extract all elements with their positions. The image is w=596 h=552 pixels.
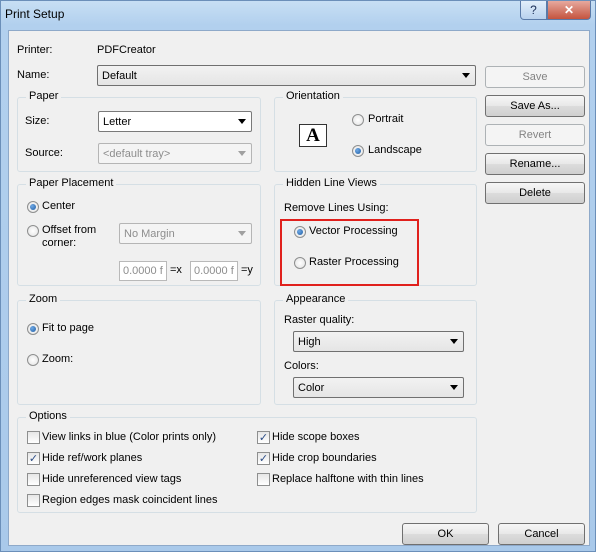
help-icon: ? xyxy=(530,3,537,17)
colors-label: Colors: xyxy=(284,360,319,372)
colors-value: Color xyxy=(298,382,325,394)
close-button[interactable]: ✕ xyxy=(547,1,591,20)
name-label: Name: xyxy=(17,69,50,81)
offset-x-value: 0.0000 f xyxy=(123,265,163,277)
paper-source-value: <default tray> xyxy=(103,148,171,160)
paper-source-label: Source: xyxy=(25,147,63,159)
view-links-blue-checkbox[interactable] xyxy=(27,431,40,444)
replace-halftone-checkbox[interactable] xyxy=(257,473,270,486)
save-as-button[interactable]: Save As... xyxy=(485,95,585,117)
hide-ref-planes-checkbox[interactable]: ✓ xyxy=(27,452,40,465)
hide-scope-boxes-checkbox[interactable]: ✓ xyxy=(257,431,270,444)
orientation-group: Orientation A Portrait Landscape xyxy=(274,90,477,172)
hide-unreferenced-tags-checkbox[interactable] xyxy=(27,473,40,486)
checkmark-icon: ✓ xyxy=(258,431,269,444)
checkmark-icon: ✓ xyxy=(28,452,39,465)
offset-label-line1[interactable]: Offset from xyxy=(42,224,96,236)
raster-quality-select[interactable]: High xyxy=(293,331,464,352)
options-group-title: Options xyxy=(26,410,70,422)
zoom-group-title: Zoom xyxy=(26,293,61,305)
hide-crop-boundaries-checkbox[interactable]: ✓ xyxy=(257,452,270,465)
chevron-down-icon xyxy=(238,151,246,156)
raster-quality-label: Raster quality: xyxy=(284,314,355,326)
hidden-line-views-title: Hidden Line Views xyxy=(283,177,380,189)
chevron-down-icon xyxy=(450,385,458,390)
zoom-group: Zoom Fit to page Zoom: xyxy=(17,293,261,405)
appearance-group: Appearance Raster quality: High Colors: … xyxy=(274,293,477,405)
delete-button[interactable]: Delete xyxy=(485,182,585,204)
paper-group-title: Paper xyxy=(26,90,62,102)
hide-scope-boxes-label[interactable]: Hide scope boxes xyxy=(272,431,359,443)
portrait-label[interactable]: Portrait xyxy=(368,113,403,125)
chevron-down-icon xyxy=(238,231,246,236)
offset-radio[interactable] xyxy=(27,225,39,237)
checkmark-icon: ✓ xyxy=(258,452,269,465)
title-bar[interactable]: Print Setup ? ✕ xyxy=(1,1,596,29)
fit-to-page-label[interactable]: Fit to page xyxy=(42,322,94,334)
name-select[interactable]: Default xyxy=(97,65,476,86)
paper-placement-title: Paper Placement xyxy=(26,177,117,189)
orientation-group-title: Orientation xyxy=(283,90,343,102)
hide-unreferenced-tags-label[interactable]: Hide unreferenced view tags xyxy=(42,473,181,485)
chevron-down-icon xyxy=(450,339,458,344)
cancel-button[interactable]: Cancel xyxy=(498,523,585,545)
fit-to-page-radio[interactable] xyxy=(27,323,39,335)
chevron-down-icon xyxy=(462,73,470,78)
colors-select[interactable]: Color xyxy=(293,377,464,398)
hide-ref-planes-label[interactable]: Hide ref/work planes xyxy=(42,452,142,464)
ok-button[interactable]: OK xyxy=(402,523,489,545)
margin-select[interactable]: No Margin xyxy=(119,223,252,244)
view-links-blue-label[interactable]: View links in blue (Color prints only) xyxy=(42,431,216,443)
replace-halftone-label[interactable]: Replace halftone with thin lines xyxy=(272,473,424,485)
remove-lines-label: Remove Lines Using: xyxy=(284,202,389,214)
offset-x-suffix: =x xyxy=(170,264,182,276)
zoom-radio[interactable] xyxy=(27,354,39,366)
portrait-radio[interactable] xyxy=(352,114,364,126)
printer-label: Printer: xyxy=(17,44,53,56)
paper-source-select[interactable]: <default tray> xyxy=(98,143,252,164)
paper-size-select[interactable]: Letter xyxy=(98,111,252,132)
region-edges-label[interactable]: Region edges mask coincident lines xyxy=(42,494,218,506)
paper-size-label: Size: xyxy=(25,115,50,127)
offset-x-input[interactable]: 0.0000 f xyxy=(119,261,167,281)
close-icon: ✕ xyxy=(563,3,575,17)
margin-select-value: No Margin xyxy=(124,228,175,240)
landscape-label[interactable]: Landscape xyxy=(368,144,422,156)
raster-quality-value: High xyxy=(298,336,321,348)
help-button[interactable]: ? xyxy=(520,1,547,20)
landscape-radio[interactable] xyxy=(352,145,364,157)
offset-label-line2[interactable]: corner: xyxy=(42,237,76,249)
zoom-label[interactable]: Zoom: xyxy=(42,353,73,365)
hide-crop-boundaries-label[interactable]: Hide crop boundaries xyxy=(272,452,377,464)
printer-value: PDFCreator xyxy=(97,44,156,56)
offset-y-value: 0.0000 f xyxy=(194,265,234,277)
paper-size-value: Letter xyxy=(103,116,132,128)
print-setup-dialog: Print Setup ? ✕ Printer: PDFCreator Name… xyxy=(0,0,596,552)
dialog-title: Print Setup xyxy=(5,7,65,21)
region-edges-checkbox[interactable] xyxy=(27,494,40,507)
offset-y-input[interactable]: 0.0000 f xyxy=(190,261,238,281)
center-label[interactable]: Center xyxy=(42,200,75,212)
offset-y-suffix: =y xyxy=(241,264,253,276)
save-button[interactable]: Save xyxy=(485,66,585,88)
orientation-preview-icon: A xyxy=(299,124,327,147)
options-group: Options View links in blue (Color prints… xyxy=(17,410,477,513)
paper-group: Paper Size: Letter Source: <default tray… xyxy=(17,90,261,172)
paper-placement-group: Paper Placement Center Offset from corne… xyxy=(17,177,261,286)
name-select-value: Default xyxy=(102,70,137,82)
chevron-down-icon xyxy=(238,119,246,124)
center-radio[interactable] xyxy=(27,201,39,213)
rename-button[interactable]: Rename... xyxy=(485,153,585,175)
appearance-group-title: Appearance xyxy=(283,293,349,305)
revert-button[interactable]: Revert xyxy=(485,124,585,146)
dialog-body: Printer: PDFCreator Name: Default Paper … xyxy=(8,30,590,546)
highlight-annotation-box xyxy=(280,219,419,286)
